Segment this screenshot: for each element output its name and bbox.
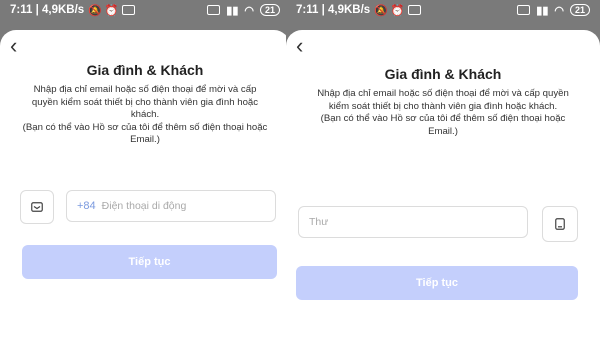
- status-time: 7:11: [296, 4, 319, 16]
- battery-icon: 21: [569, 4, 590, 16]
- invite-sheet: ‹ Gia đình & Khách Nhập địa chỉ email ho…: [0, 30, 290, 338]
- signal-icon: ▮▮: [226, 4, 239, 17]
- status-network-speed: 4,9KB/s: [328, 4, 371, 16]
- battery-icon: 21: [259, 4, 280, 16]
- email-field[interactable]: Thư: [298, 206, 528, 238]
- status-time: 7:11: [10, 4, 33, 16]
- back-chevron-icon[interactable]: ‹: [296, 35, 303, 57]
- envelope-icon: [31, 202, 43, 212]
- signal-icon: ▮▮: [536, 4, 549, 17]
- email-placeholder: Thư: [309, 216, 329, 228]
- phone-number-field[interactable]: +84 Điện thoại di động: [66, 190, 276, 222]
- instructions-text: Nhập địa chỉ email hoặc số điện thoại để…: [22, 84, 268, 145]
- switch-to-phone-button[interactable]: [542, 206, 578, 242]
- screen-email-mode: 7:11 | 4,9KB/s 🔕 ⏰ ▮▮ ◠ 21 ‹ Gia đình & …: [286, 0, 600, 338]
- instructions-text: Nhập địa chỉ email hoặc số điện thoại để…: [317, 88, 569, 137]
- invite-sheet: ‹ Gia đình & Khách Nhập địa chỉ email ho…: [286, 30, 600, 338]
- nfc-icon: [517, 5, 531, 15]
- mute-icon: 🔕: [88, 4, 102, 17]
- mute-icon: 🔕: [374, 4, 388, 17]
- app-notification-icon: [121, 5, 135, 15]
- wifi-icon: ◠: [244, 4, 254, 17]
- status-bar: 7:11 | 4,9KB/s 🔕 ⏰ ▮▮ ◠ 21: [0, 0, 290, 20]
- nfc-icon: [207, 5, 221, 15]
- phone-placeholder: Điện thoại di động: [101, 200, 187, 212]
- switch-to-email-button[interactable]: [20, 190, 54, 224]
- app-notification-icon: [407, 5, 421, 15]
- country-code-prefix[interactable]: +84: [77, 200, 96, 212]
- status-bar: 7:11 | 4,9KB/s 🔕 ⏰ ▮▮ ◠ 21: [286, 0, 600, 20]
- alarm-icon: ⏰: [104, 4, 119, 17]
- page-title: Gia đình & Khách: [384, 66, 502, 82]
- continue-button[interactable]: Tiếp tục: [22, 245, 277, 279]
- wifi-icon: ◠: [554, 4, 564, 17]
- back-chevron-icon[interactable]: ‹: [10, 35, 17, 57]
- screen-phone-mode: 7:11 | 4,9KB/s 🔕 ⏰ ▮▮ ◠ 21 ‹ Gia đình & …: [0, 0, 290, 338]
- continue-button[interactable]: Tiếp tục: [296, 266, 578, 300]
- status-network-speed: 4,9KB/s: [42, 4, 85, 16]
- alarm-icon: ⏰: [390, 4, 405, 17]
- page-title: Gia đình & Khách: [86, 62, 204, 78]
- phone-icon: [555, 218, 565, 230]
